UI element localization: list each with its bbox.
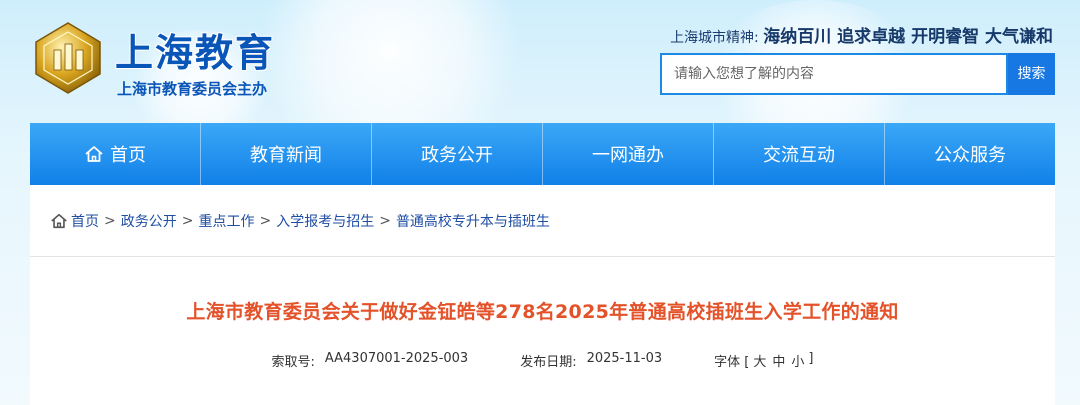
slogan-label: 上海城市精神: (670, 30, 759, 46)
nav-label: 公众服务 (934, 145, 1006, 166)
nav-label: 交流互动 (763, 145, 835, 166)
home-icon (51, 213, 67, 229)
nav-item-education-news[interactable]: 教育新闻 (201, 123, 372, 185)
main-nav: 首页 教育新闻 政务公开 一网通办 交流互动 公众服务 (30, 123, 1055, 185)
nav-item-interaction[interactable]: 交流互动 (714, 123, 885, 185)
breadcrumb-separator: > (379, 213, 391, 229)
breadcrumb-bar: 首页 > 政务公开 > 重点工作 > 入学报考与招生 > 普通高校专升本与插班生 (30, 185, 1055, 257)
font-size-label: 字体 [ (714, 355, 750, 370)
search-button[interactable]: 搜索 (1008, 53, 1055, 95)
site-header: 上海教育 上海市教育委员会主办 上海城市精神: 海纳百川 追求卓越 开明睿智 大… (0, 0, 1080, 123)
article-title: 上海市教育委员会关于做好金钲皓等278名2025年普通高校插班生入学工作的通知 (186, 301, 899, 323)
article-meta: 索取号: AA4307001-2025-003 发布日期: 2025-11-03… (30, 351, 1055, 370)
date-value: 2025-11-03 (586, 351, 663, 366)
font-size-end: ] (808, 351, 814, 366)
font-size-medium-button[interactable]: 中 (772, 351, 785, 370)
index-value: AA4307001-2025-003 (324, 351, 469, 366)
nav-label: 一网通办 (592, 145, 664, 166)
nav-label: 教育新闻 (250, 145, 322, 166)
breadcrumb-link-home[interactable]: 首页 (71, 211, 99, 231)
breadcrumb-separator: > (104, 213, 116, 229)
index-label: 索取号: (271, 355, 315, 370)
breadcrumb-separator: > (181, 213, 194, 229)
font-size-small-button[interactable]: 小 (791, 351, 804, 370)
nav-label: 政务公开 (421, 145, 493, 166)
site-subtitle: 上海市教育委员会主办 (117, 80, 268, 98)
site-name[interactable]: 上海教育 (115, 22, 275, 77)
nav-item-home[interactable]: 首页 (30, 123, 201, 185)
breadcrumb-link-transfer-students[interactable]: 普通高校专升本与插班生 (396, 211, 550, 231)
city-spirit-slogan: 上海城市精神: 海纳百川 追求卓越 开明睿智 大气谦和 (670, 22, 1053, 47)
nav-item-government-affairs[interactable]: 政务公开 (372, 123, 543, 185)
search-box (660, 53, 1008, 95)
breadcrumb-separator: > (259, 213, 272, 229)
nav-item-public-service[interactable]: 公众服务 (885, 123, 1055, 185)
breadcrumb-link-key-work[interactable]: 重点工作 (198, 211, 254, 231)
search-input[interactable] (662, 55, 1006, 93)
breadcrumb-link-admissions[interactable]: 入学报考与招生 (276, 211, 374, 231)
font-size-large-button[interactable]: 大 (753, 351, 766, 370)
nav-label: 首页 (110, 145, 146, 166)
slogan-text: 海纳百川 追求卓越 开明睿智 大气谦和 (763, 27, 1053, 47)
date-label: 发布日期: (520, 355, 577, 370)
breadcrumb-link-government-affairs[interactable]: 政务公开 (121, 211, 177, 231)
shanghai-education-emblem-icon (35, 22, 101, 94)
article-content: 上海市教育委员会关于做好金钲皓等278名2025年普通高校插班生入学工作的通知 … (30, 257, 1055, 405)
breadcrumb: 首页 > 政务公开 > 重点工作 > 入学报考与招生 > 普通高校专升本与插班生 (50, 211, 550, 231)
home-icon (85, 146, 103, 162)
nav-item-one-stop-service[interactable]: 一网通办 (543, 123, 714, 185)
